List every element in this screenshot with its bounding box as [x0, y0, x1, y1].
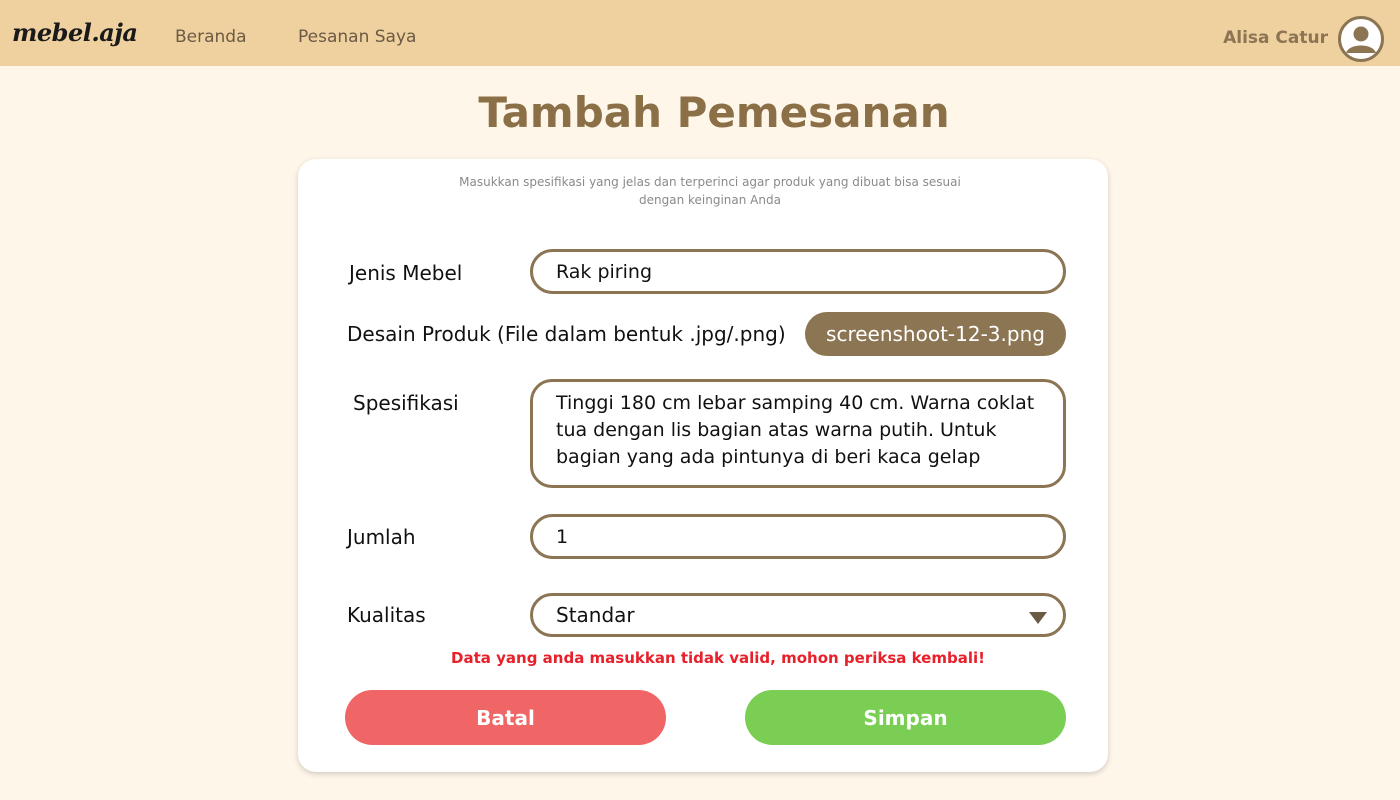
cancel-button[interactable]: Batal — [345, 690, 666, 745]
spesifikasi-label: Spesifikasi — [353, 391, 459, 415]
user-name[interactable]: Alisa Catur — [1223, 28, 1328, 48]
kualitas-value: Standar — [556, 603, 635, 627]
jenis-mebel-input[interactable]: Rak piring — [530, 249, 1066, 294]
desain-produk-label: Desain Produk (File dalam bentuk .jpg/.p… — [347, 322, 786, 346]
form-subtitle: Masukkan spesifikasi yang jelas dan terp… — [459, 175, 961, 207]
jumlah-label: Jumlah — [347, 525, 416, 549]
error-message: Data yang anda masukkan tidak valid, moh… — [451, 649, 985, 667]
save-button[interactable]: Simpan — [745, 690, 1066, 745]
user-circle-icon — [1346, 26, 1376, 53]
jumlah-value: 1 — [556, 525, 569, 548]
jenis-mebel-value: Rak piring — [556, 260, 653, 283]
file-upload-button[interactable]: screenshoot-12-3.png — [805, 312, 1066, 356]
navbar: mebel.aja Beranda Pesanan Saya Alisa Cat… — [0, 0, 1400, 66]
order-form-card: Masukkan spesifikasi yang jelas dan terp… — [298, 159, 1108, 772]
logo[interactable]: mebel.aja — [12, 18, 138, 47]
nav-link-beranda[interactable]: Beranda — [175, 27, 247, 47]
spesifikasi-value: Tinggi 180 cm lebar samping 40 cm. Warna… — [556, 392, 1035, 468]
caret-down-icon[interactable] — [1029, 612, 1047, 624]
nav-link-pesanan-saya[interactable]: Pesanan Saya — [298, 27, 416, 47]
jenis-mebel-label: Jenis Mebel — [349, 261, 463, 285]
kualitas-label: Kualitas — [347, 603, 426, 627]
avatar[interactable] — [1338, 16, 1384, 62]
jumlah-input[interactable]: 1 — [530, 514, 1066, 559]
kualitas-select[interactable]: Standar — [530, 593, 1066, 637]
page-title: Tambah Pemesanan — [478, 88, 950, 137]
spesifikasi-textarea[interactable]: Tinggi 180 cm lebar samping 40 cm. Warna… — [530, 379, 1066, 488]
